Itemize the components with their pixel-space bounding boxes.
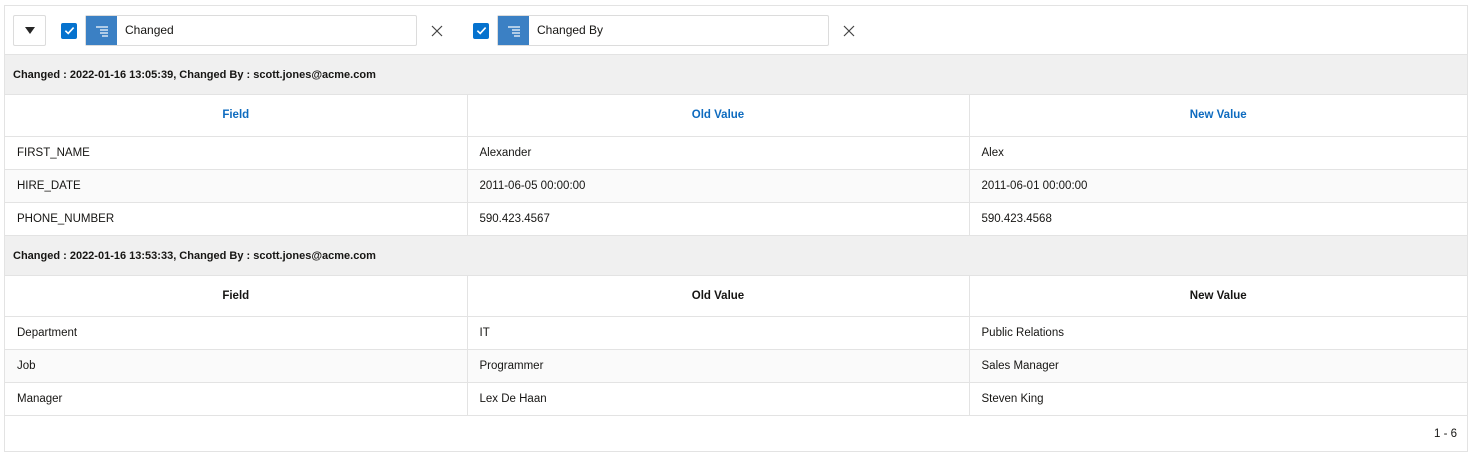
- collapse-toggle-button[interactable]: [13, 15, 46, 46]
- caret-down-icon: [24, 27, 35, 34]
- column-header-field[interactable]: Field: [5, 95, 468, 137]
- checkbox-changed-by[interactable]: [473, 22, 489, 39]
- cell-new-value: Sales Manager: [969, 349, 1467, 383]
- cell-old-value: 2011-06-05 00:00:00: [467, 169, 970, 203]
- cell-field: HIRE_DATE: [5, 169, 468, 203]
- report-toolbar: Changed Changed By: [5, 6, 1467, 55]
- control-break-filter-changed[interactable]: Changed: [85, 15, 417, 46]
- control-break-changed: Changed: [61, 15, 453, 46]
- cell-old-value: IT: [467, 316, 970, 350]
- cell-new-value: Alex: [969, 136, 1467, 170]
- control-break-icon: [498, 16, 529, 45]
- cell-old-value: Alexander: [467, 136, 970, 170]
- cell-new-value: 2011-06-01 00:00:00: [969, 169, 1467, 203]
- cell-new-value: 590.423.4568: [969, 202, 1467, 236]
- remove-control-break-changed-by-button[interactable]: [833, 15, 865, 46]
- group-header: Changed : 2022-01-16 13:53:33, Changed B…: [5, 235, 1467, 276]
- control-break-label: Changed: [125, 23, 174, 37]
- checkbox-changed[interactable]: [61, 22, 77, 39]
- column-header-field[interactable]: Field: [5, 275, 468, 317]
- remove-control-break-changed-button[interactable]: [421, 15, 453, 46]
- report-footer: 1 - 6: [5, 416, 1467, 453]
- cell-new-value: Steven King: [969, 382, 1467, 416]
- interactive-report: Changed Changed By Changed : 2022-01-16 …: [4, 5, 1468, 452]
- column-header-new-value[interactable]: New Value: [969, 95, 1467, 137]
- pagination-range: 1 - 6: [1433, 428, 1457, 440]
- checkmark-icon: [476, 27, 486, 35]
- group-table: Field Old Value New Value FIRST_NAME Ale…: [5, 95, 1467, 236]
- control-break-filter-changed-by[interactable]: Changed By: [497, 15, 829, 46]
- cell-old-value: Lex De Haan: [467, 382, 970, 416]
- cell-old-value: Programmer: [467, 349, 970, 383]
- close-icon: [431, 25, 443, 36]
- table-row: PHONE_NUMBER 590.423.4567 590.423.4568: [5, 202, 1467, 236]
- control-break-label: Changed By: [537, 23, 604, 37]
- control-break-changed-by: Changed By: [473, 15, 865, 46]
- cell-field: Manager: [5, 382, 468, 416]
- table-row: Manager Lex De Haan Steven King: [5, 382, 1467, 416]
- column-header-new-value[interactable]: New Value: [969, 275, 1467, 317]
- close-icon: [843, 25, 855, 36]
- table-row: HIRE_DATE 2011-06-05 00:00:00 2011-06-01…: [5, 169, 1467, 203]
- table-row: Job Programmer Sales Manager: [5, 349, 1467, 383]
- table-header-row: Field Old Value New Value: [5, 275, 1467, 317]
- cell-old-value: 590.423.4567: [467, 202, 970, 236]
- group-header: Changed : 2022-01-16 13:05:39, Changed B…: [5, 55, 1467, 95]
- column-header-old-value[interactable]: Old Value: [467, 275, 970, 317]
- cell-new-value: Public Relations: [969, 316, 1467, 350]
- table-header-row: Field Old Value New Value: [5, 95, 1467, 137]
- cell-field: PHONE_NUMBER: [5, 202, 468, 236]
- control-break-icon: [86, 16, 117, 45]
- cell-field: FIRST_NAME: [5, 136, 468, 170]
- cell-field: Department: [5, 316, 468, 350]
- table-row: Department IT Public Relations: [5, 316, 1467, 350]
- cell-field: Job: [5, 349, 468, 383]
- group-table: Field Old Value New Value Department IT …: [5, 275, 1467, 416]
- column-header-old-value[interactable]: Old Value: [467, 95, 970, 137]
- table-row: FIRST_NAME Alexander Alex: [5, 136, 1467, 170]
- checkmark-icon: [64, 27, 74, 35]
